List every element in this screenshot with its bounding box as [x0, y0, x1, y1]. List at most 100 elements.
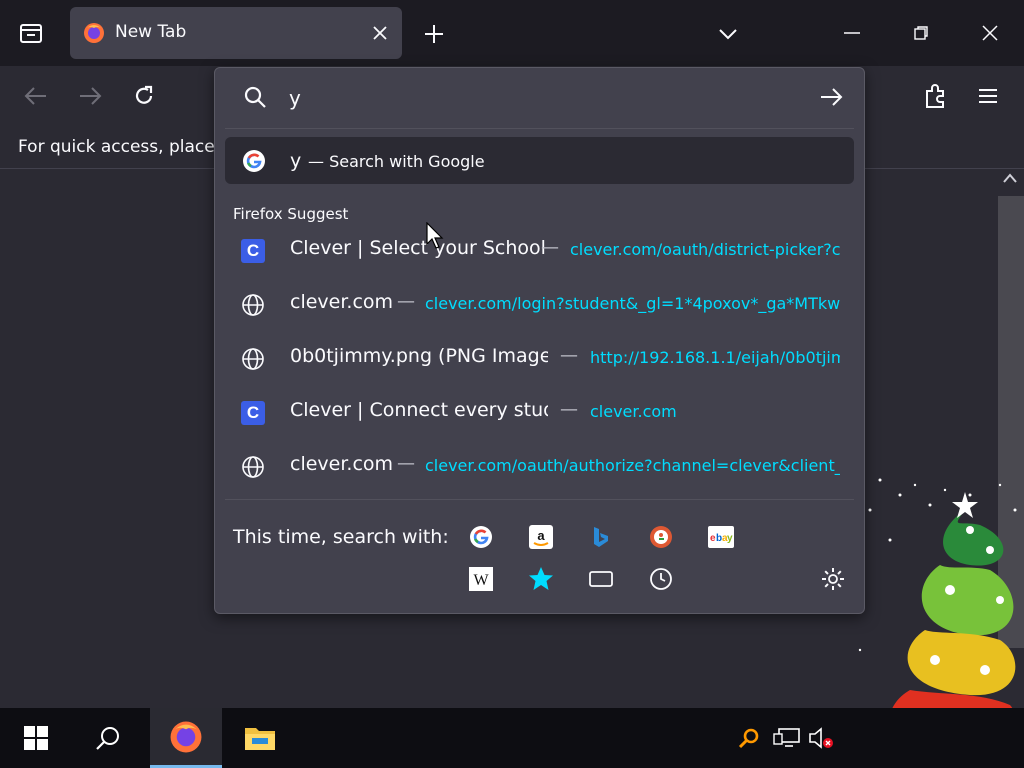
- result-title: 0b0tjimmy.png (PNG Image: [290, 345, 548, 367]
- svg-text:a: a: [537, 528, 545, 543]
- windows-taskbar: [0, 708, 1024, 768]
- clever-icon: C: [241, 239, 265, 263]
- result-title: clever.com: [290, 291, 394, 313]
- engine-ebay-button[interactable]: ebay: [707, 523, 735, 551]
- close-icon: [373, 26, 387, 40]
- engine-bing-button[interactable]: [587, 523, 615, 551]
- result-separator: —: [560, 345, 578, 366]
- svg-text:W: W: [473, 572, 489, 589]
- heuristic-result-search-google[interactable]: y — Search with Google: [225, 137, 854, 184]
- result-title: Clever | Select your School: [290, 237, 546, 259]
- bookmarks-search-button[interactable]: [527, 565, 555, 593]
- divider: [225, 128, 854, 129]
- taskbar-search-button[interactable]: [72, 708, 144, 768]
- forward-button[interactable]: [74, 80, 106, 112]
- result-row[interactable]: 0b0tjimmy.png (PNG Image — http://192.16…: [225, 332, 854, 386]
- extensions-button[interactable]: [919, 80, 951, 112]
- minimize-icon: [844, 32, 860, 34]
- bing-icon: [594, 527, 608, 547]
- firefox-view-button[interactable]: [14, 16, 48, 50]
- app-menu-button[interactable]: [972, 80, 1004, 112]
- engine-duckduckgo-button[interactable]: [647, 523, 675, 551]
- arrow-right-icon: [80, 87, 102, 105]
- result-url: clever.com: [590, 402, 677, 421]
- restore-icon: [914, 26, 928, 40]
- result-url: clever.com/oauth/district-picker?ch: [570, 240, 840, 259]
- engine-wikipedia-button[interactable]: W: [467, 565, 495, 593]
- arrow-left-icon: [24, 87, 46, 105]
- tab-close-button[interactable]: [368, 21, 392, 45]
- svg-text:y: y: [727, 533, 733, 544]
- start-button[interactable]: [0, 708, 72, 768]
- plus-icon: [425, 25, 443, 43]
- mouse-cursor-icon: [426, 222, 444, 249]
- restore-button[interactable]: [905, 17, 937, 49]
- volume-muted-icon: [809, 727, 833, 749]
- divider: [225, 499, 854, 500]
- result-row[interactable]: clever.com — clever.com/login?student&_g…: [225, 278, 854, 332]
- title-bar: New Tab: [0, 0, 1024, 66]
- tray-volume-button[interactable]: [806, 708, 836, 768]
- result-url: http://192.168.1.1/eijah/0b0tjimm: [590, 348, 840, 367]
- clever-icon: C: [241, 401, 265, 425]
- firefox-icon: [84, 23, 104, 43]
- wikipedia-icon: W: [469, 567, 493, 591]
- network-icon: [773, 728, 800, 747]
- result-separator: —: [560, 399, 578, 420]
- tab-icon: [589, 571, 613, 587]
- tray-network-button[interactable]: [770, 708, 804, 768]
- firefox-view-icon: [20, 24, 42, 43]
- result-title: clever.com: [290, 453, 394, 475]
- reload-button[interactable]: [128, 80, 160, 112]
- firefox-icon: [170, 721, 202, 752]
- search-icon: [96, 727, 119, 750]
- reload-icon: [135, 85, 153, 104]
- minimize-button[interactable]: [836, 17, 868, 49]
- taskbar-file-explorer-button[interactable]: [224, 708, 296, 768]
- go-arrow-icon[interactable]: [819, 85, 843, 109]
- puzzle-icon: [926, 84, 944, 108]
- result-separator: —: [397, 291, 415, 312]
- new-tab-button[interactable]: [420, 20, 448, 48]
- result-url: clever.com/oauth/authorize?channel=cleve…: [425, 456, 840, 475]
- windows-logo-icon: [24, 726, 48, 750]
- urlbar: [215, 68, 864, 128]
- engine-google-button[interactable]: [467, 523, 495, 551]
- magnifier-icon: [738, 728, 759, 749]
- tab-title: New Tab: [115, 22, 187, 42]
- close-icon: [982, 25, 998, 41]
- url-input[interactable]: [289, 84, 789, 112]
- close-window-button[interactable]: [974, 17, 1006, 49]
- result-row[interactable]: C Clever | Select your School — clever.c…: [225, 224, 854, 278]
- history-search-button[interactable]: [647, 565, 675, 593]
- search-settings-button[interactable]: [819, 565, 847, 593]
- search-icon: [244, 86, 266, 108]
- ebay-icon: ebay: [708, 526, 734, 548]
- result-separator: —: [397, 453, 415, 474]
- tray-search-app-button[interactable]: [734, 708, 764, 768]
- engine-amazon-button[interactable]: a: [527, 523, 555, 551]
- list-all-tabs-button[interactable]: [714, 20, 742, 48]
- chevron-down-icon: [719, 29, 737, 40]
- clock-icon: [650, 568, 672, 590]
- amazon-icon: a: [529, 525, 553, 549]
- hamburger-menu-icon: [979, 89, 997, 103]
- heuristic-action: — Search with Google: [308, 152, 485, 171]
- google-icon: [243, 150, 265, 172]
- star-icon: [529, 567, 553, 590]
- globe-icon: [242, 456, 264, 478]
- result-row[interactable]: C Clever | Connect every stude — clever.…: [225, 386, 854, 440]
- back-button[interactable]: [20, 80, 52, 112]
- duckduckgo-icon: [650, 526, 672, 548]
- firefox-suggest-label: Firefox Suggest: [233, 205, 349, 223]
- taskbar-firefox-button[interactable]: [150, 708, 222, 768]
- google-icon: [470, 526, 492, 548]
- one-off-search-label: This time, search with:: [233, 526, 449, 548]
- result-title: Clever | Connect every stude: [290, 399, 548, 421]
- result-row[interactable]: clever.com — clever.com/oauth/authorize?…: [225, 440, 854, 494]
- tabs-search-button[interactable]: [587, 565, 615, 593]
- scroll-up-arrow-icon[interactable]: [1003, 173, 1017, 183]
- tab-new-tab[interactable]: New Tab: [70, 7, 402, 59]
- heuristic-query: y: [290, 150, 302, 172]
- result-separator: —: [541, 237, 559, 258]
